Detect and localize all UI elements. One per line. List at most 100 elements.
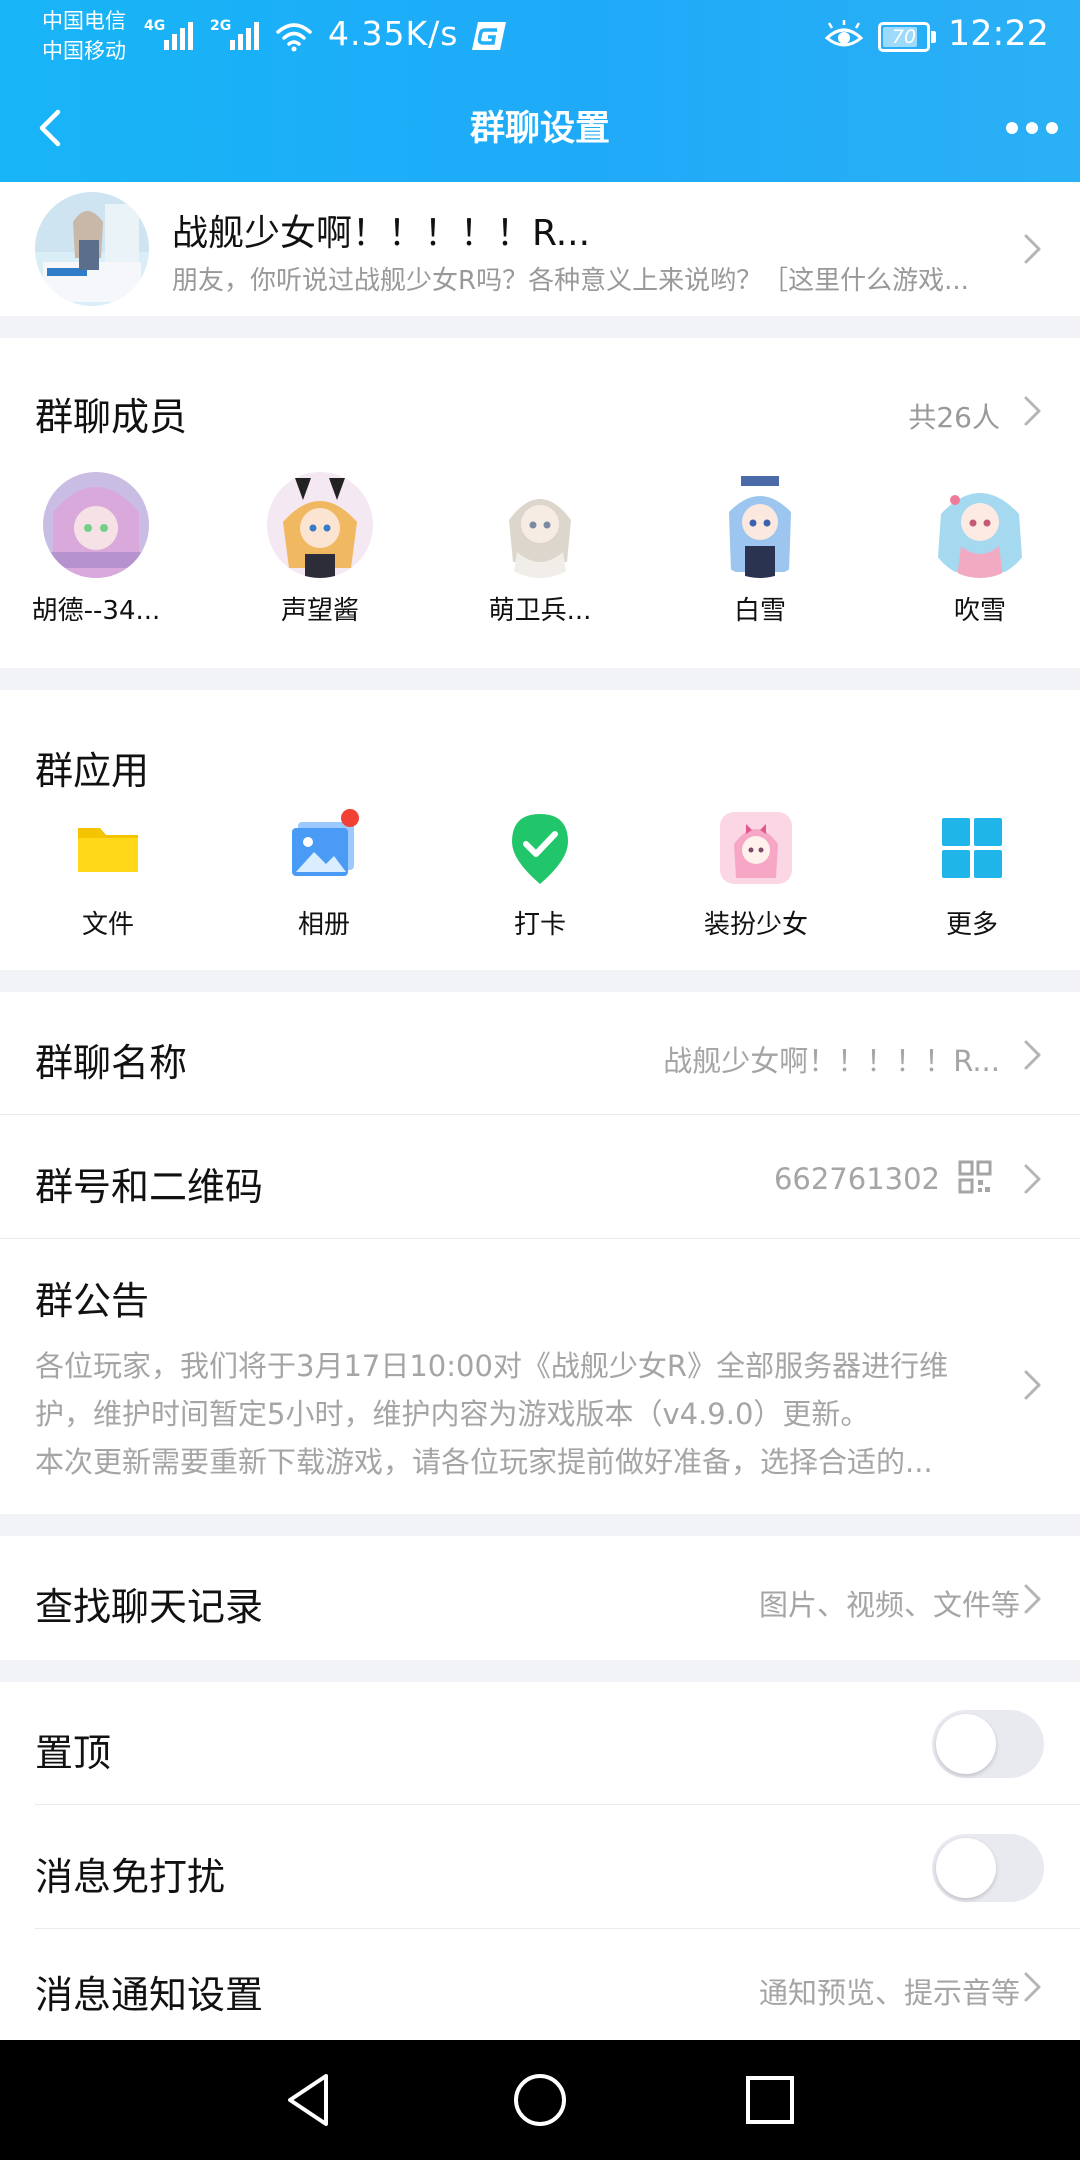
header: 中国电信 中国移动 4G 2G 4.35K/s 70 12:22 群聊设置 (0, 0, 1080, 182)
toggle-knob (936, 1714, 996, 1774)
group-apps-section: 群应用 文件 相册 打卡 装扮少女 更多 (0, 690, 1080, 970)
mute-toggle[interactable] (932, 1834, 1044, 1902)
search-history-label: 查找聊天记录 (35, 1585, 264, 1629)
app-dressup-girl[interactable]: 装扮少女 (676, 808, 836, 948)
group-settings-screen: 中国电信 中国移动 4G 2G 4.35K/s 70 12:22 群聊设置 战舰… (0, 0, 1080, 2160)
status-bar: 中国电信 中国移动 4G 2G 4.35K/s 70 12:22 (0, 0, 1080, 74)
member-item[interactable]: 白雪 (680, 472, 840, 632)
pin-label: 置顶 (35, 1731, 112, 1775)
app-label: 相册 (297, 910, 350, 940)
grid-icon (942, 818, 1002, 878)
divider (0, 1114, 1080, 1115)
group-name-row[interactable]: 群聊名称 战舰少女啊！！！！！R... (0, 992, 1080, 1116)
chevron-right-icon (1024, 1040, 1041, 1070)
notice-line: 本次更新需要重新下载游戏，请各位玩家提前做好准备，选择合适的... (35, 1445, 933, 1479)
group-notice-label: 群公告 (35, 1279, 150, 1323)
g-app-icon (472, 22, 506, 50)
apps-title: 群应用 (35, 749, 150, 793)
app-label: 文件 (81, 910, 134, 940)
dressup-girl-icon (720, 812, 792, 884)
group-avatar (35, 192, 149, 306)
divider (35, 1928, 1080, 1929)
back-arrow-icon[interactable] (28, 100, 76, 156)
search-chat-history-row[interactable]: 查找聊天记录 图片、视频、文件等 (0, 1536, 1080, 1660)
group-number-label: 群号和二维码 (35, 1165, 264, 1209)
chevron-right-icon (1024, 1164, 1041, 1194)
group-notice-text: 各位玩家，我们将于3月17日10:00对《战舰少女R》全部服务器进行维 护，维护… (35, 1342, 995, 1486)
app-album[interactable]: 相册 (244, 808, 404, 948)
battery-indicator: 70 (878, 22, 936, 52)
checkin-icon (512, 814, 568, 884)
title-bar: 群聊设置 (0, 74, 1080, 182)
mute-label: 消息免打扰 (35, 1855, 226, 1899)
pin-row: 置顶 (0, 1682, 1080, 1806)
app-checkin[interactable]: 打卡 (460, 808, 620, 948)
member-item[interactable]: 萌卫兵... (460, 472, 620, 632)
app-label: 打卡 (513, 910, 566, 940)
chevron-right-icon (1024, 1370, 1041, 1400)
chevron-right-icon[interactable] (1022, 394, 1044, 428)
members-count[interactable]: 共26人 (800, 396, 1000, 436)
nav-recents-icon[interactable] (738, 2068, 802, 2132)
member-name: 声望酱 (280, 596, 359, 626)
more-options-icon[interactable] (1004, 116, 1060, 140)
member-item[interactable]: 吹雪 (900, 472, 1060, 632)
group-notice-row[interactable]: 群公告 各位玩家，我们将于3月17日10:00对《战舰少女R》全部服务器进行维 … (0, 1240, 1080, 1514)
search-history-hint: 图片、视频、文件等 (758, 1588, 1020, 1622)
wifi-icon (276, 23, 312, 52)
nav-home-icon[interactable] (508, 2068, 572, 2132)
divider (35, 1804, 1080, 1805)
member-avatar (707, 472, 813, 578)
notification-settings-hint: 通知预览、提示音等 (758, 1976, 1020, 2010)
toggle-knob (936, 1838, 996, 1898)
album-icon (292, 809, 359, 876)
nav-back-icon[interactable] (278, 2068, 342, 2132)
group-name-label: 群聊名称 (35, 1041, 188, 1085)
signal-bars-icon (230, 22, 259, 50)
notice-line: 各位玩家，我们将于3月17日10:00对《战舰少女R》全部服务器进行维 (35, 1349, 949, 1383)
member-name: 白雪 (733, 596, 786, 626)
member-avatar (927, 472, 1033, 578)
mute-row: 消息免打扰 (0, 1806, 1080, 1930)
notice-line: 护，维护时间暂定5小时，维护内容为游戏版本（v4.9.0）更新。 (35, 1397, 870, 1431)
members-title: 群聊成员 (35, 395, 188, 439)
app-more[interactable]: 更多 (892, 808, 1052, 948)
battery-level: 70 (891, 26, 917, 48)
carrier-1: 中国电信 (42, 9, 126, 33)
divider (0, 1238, 1080, 1239)
app-files[interactable]: 文件 (28, 808, 188, 948)
group-info-section: 群聊名称 战舰少女啊！！！！！R... 群号和二维码 662761302 群公告… (0, 992, 1080, 1514)
carrier-names: 中国电信 中国移动 (42, 6, 142, 66)
pin-toggle[interactable] (932, 1710, 1044, 1778)
member-name: 萌卫兵... (488, 596, 592, 626)
member-avatar (267, 472, 373, 578)
app-label: 更多 (945, 910, 998, 940)
member-avatar (487, 472, 593, 578)
group-profile-row[interactable]: 战舰少女啊！！！！！R... 朋友，你听说过战舰少女R吗？各种意义上来说哟？［这… (0, 182, 1080, 316)
group-avatar-image (35, 192, 149, 306)
system-navigation-bar (0, 2040, 1080, 2160)
notification-dot (341, 809, 359, 827)
group-number-row[interactable]: 群号和二维码 662761302 (0, 1116, 1080, 1240)
network-speed: 4.35K/s (328, 14, 459, 53)
eye-comfort-icon (824, 20, 864, 47)
group-members-section: 群聊成员 共26人 胡德--34... 声望酱 萌卫兵... 白雪 吹雪 (0, 338, 1080, 668)
member-avatar (43, 472, 149, 578)
member-item[interactable]: 胡德--34... (16, 472, 176, 632)
group-description: 朋友，你听说过战舰少女R吗？各种意义上来说哟？［这里什么游戏... (172, 266, 969, 296)
chevron-right-icon (1024, 1584, 1041, 1614)
member-item[interactable]: 声望酱 (240, 472, 400, 632)
group-name-value: 战舰少女啊！！！！！R... (663, 1044, 1000, 1078)
folder-icon (78, 828, 138, 872)
chevron-right-icon (1024, 1972, 1041, 2002)
group-name: 战舰少女啊！！！！！R... (172, 213, 591, 254)
notification-settings-label: 消息通知设置 (35, 1973, 264, 2017)
app-label: 装扮少女 (703, 910, 808, 940)
notification-settings-row[interactable]: 消息通知设置 通知预览、提示音等 (0, 1930, 1080, 2040)
signal-bars-icon (164, 22, 193, 50)
group-number-value: 662761302 (773, 1162, 940, 1196)
qr-code-icon (958, 1160, 992, 1194)
chevron-right-icon (1024, 234, 1041, 264)
member-name: 胡德--34... (31, 596, 161, 626)
clock: 12:22 (948, 14, 1049, 54)
